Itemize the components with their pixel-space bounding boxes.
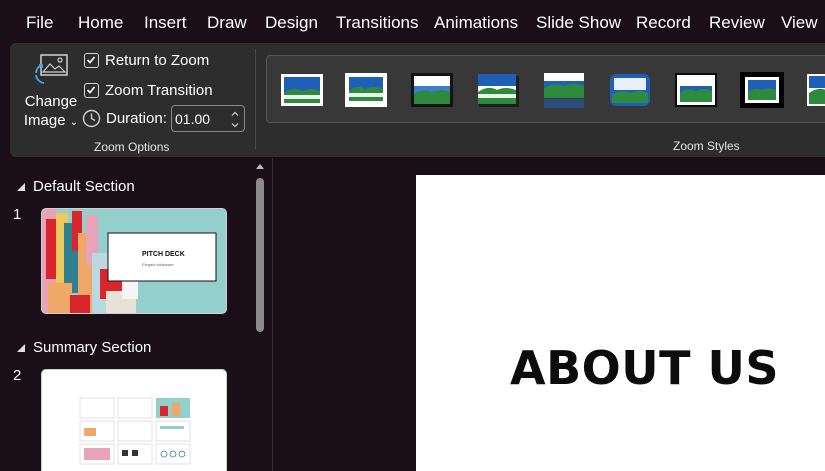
summary-zoom-grid	[79, 397, 191, 465]
ribbon-divider	[255, 49, 256, 149]
zoom-style-5[interactable]	[541, 71, 587, 109]
menu-design[interactable]: Design	[265, 13, 318, 33]
duration-field[interactable]	[173, 107, 229, 130]
change-image-label-1: Change	[24, 93, 78, 110]
menu-slide-show[interactable]: Slide Show	[536, 13, 621, 33]
thumbnail-subtitle: Elegant slideware	[142, 262, 174, 267]
zoom-style-3[interactable]	[409, 71, 455, 109]
clock-icon	[82, 109, 101, 128]
zoom-style-4[interactable]	[475, 71, 521, 109]
section-name: Summary Section	[33, 339, 152, 356]
spin-down-icon[interactable]	[230, 120, 240, 130]
change-image-label-2: Image ⌄	[23, 112, 79, 129]
duration-label: Duration:	[106, 110, 167, 127]
chevron-down-icon: ⌄	[69, 117, 79, 128]
current-slide[interactable]: ABOUT US	[416, 175, 825, 471]
zoom-style-7[interactable]	[673, 71, 719, 109]
panel-scrollbar[interactable]	[252, 160, 266, 471]
menu-home[interactable]: Home	[78, 13, 123, 33]
spin-up-icon[interactable]	[230, 109, 240, 119]
collapse-triangle-icon	[17, 344, 25, 352]
menu-bar: File Home Insert Draw Design Transitions…	[0, 0, 825, 46]
slide-number: 1	[13, 206, 22, 223]
zoom-transition-label: Zoom Transition	[105, 82, 213, 99]
menu-file[interactable]: File	[26, 13, 53, 33]
slide-thumbnail-2[interactable]	[41, 369, 227, 471]
zoom-style-9[interactable]	[805, 71, 825, 109]
menu-view[interactable]: View	[781, 13, 818, 33]
zoom-options-group-label: Zoom Options	[94, 140, 170, 154]
section-name: Default Section	[33, 178, 135, 195]
slide-title[interactable]: ABOUT US	[510, 341, 779, 395]
menu-review[interactable]: Review	[709, 13, 765, 33]
pitch-deck-artwork	[42, 209, 226, 313]
duration-input[interactable]	[171, 105, 245, 132]
zoom-style-6[interactable]	[607, 71, 653, 109]
checkbox-checked-icon	[84, 53, 99, 68]
slide-thumbnail-1[interactable]: PITCH DECK Elegant slideware	[41, 208, 227, 314]
menu-animations[interactable]: Animations	[434, 13, 518, 33]
slide-number: 2	[13, 367, 22, 384]
checkbox-checked-icon	[84, 83, 99, 98]
return-to-zoom-label: Return to Zoom	[105, 52, 210, 69]
zoom-style-2[interactable]	[343, 71, 389, 109]
menu-record[interactable]: Record	[636, 13, 691, 33]
ribbon: Change Image ⌄ Return to Zoom Zoom Trans…	[10, 43, 825, 157]
zoom-style-8[interactable]	[739, 71, 785, 109]
zoom-styles-group-label: Zoom Styles	[673, 139, 740, 153]
menu-insert[interactable]: Insert	[144, 13, 187, 33]
thumbnail-title: PITCH DECK	[142, 251, 185, 258]
change-image-icon	[35, 54, 68, 84]
menu-draw[interactable]: Draw	[207, 13, 247, 33]
collapse-triangle-icon	[17, 183, 25, 191]
scrollbar-thumb[interactable]	[256, 178, 264, 332]
return-to-zoom-checkbox[interactable]: Return to Zoom	[84, 51, 244, 73]
zoom-style-1[interactable]	[279, 71, 325, 109]
zoom-transition-checkbox[interactable]: Zoom Transition	[84, 81, 244, 103]
menu-transitions[interactable]: Transitions	[336, 13, 419, 33]
change-image-button[interactable]: Change Image ⌄	[22, 51, 80, 131]
scroll-up-arrow-icon[interactable]	[255, 162, 265, 170]
zoom-styles-gallery	[266, 55, 825, 123]
